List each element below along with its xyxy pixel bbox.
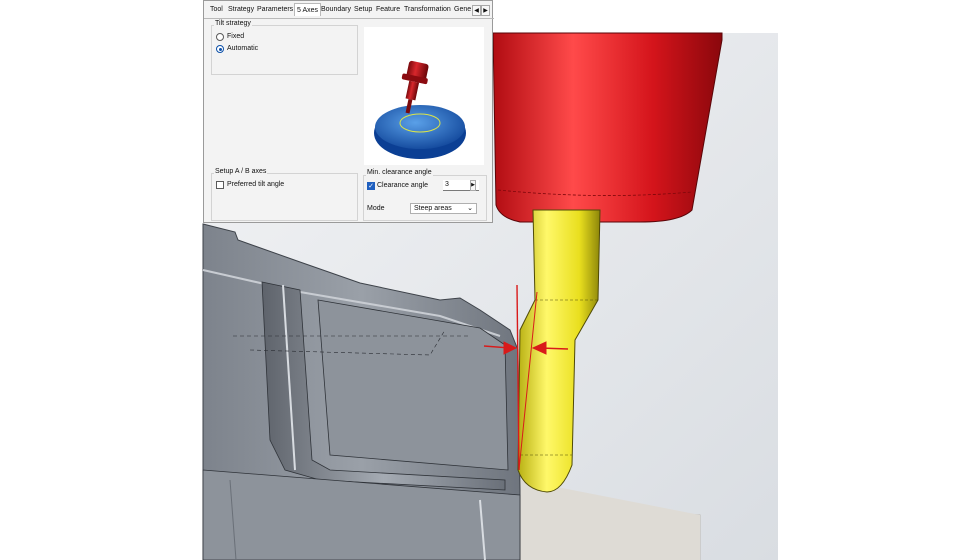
tab-transformation[interactable]: Transformation xyxy=(404,6,451,13)
chevron-down-icon: ⌄ xyxy=(467,205,473,212)
tilt-preview xyxy=(364,27,484,165)
clearance-angle-checkbox[interactable]: ✓ xyxy=(367,182,375,190)
tool-holder xyxy=(492,32,723,223)
min-clearance-title: Min. clearance angle xyxy=(366,169,433,176)
radio-fixed[interactable] xyxy=(216,33,224,41)
tab-setup[interactable]: Setup xyxy=(354,6,372,13)
mode-label: Mode xyxy=(367,205,385,212)
tab-scroll-right-icon[interactable]: ▶ xyxy=(481,5,490,16)
radio-fixed-label: Fixed xyxy=(227,33,245,40)
mode-select-value: Steep areas xyxy=(414,205,452,212)
spin-right-icon[interactable]: ▶ xyxy=(470,180,476,191)
tab-general[interactable]: Gene xyxy=(454,6,471,13)
mode-select[interactable]: Steep areas ⌄ xyxy=(410,203,477,214)
radio-automatic-label: Automatic xyxy=(227,45,259,52)
operation-dialog: Tool Strategy Parameters 5 Axes Boundary… xyxy=(203,0,494,223)
tab-boundary[interactable]: Boundary xyxy=(321,6,351,13)
setup-axes-title: Setup A / B axes xyxy=(214,168,268,175)
tab-bar: Tool Strategy Parameters 5 Axes Boundary… xyxy=(204,3,494,19)
clearance-angle-label: Clearance angle xyxy=(377,182,428,189)
tab-parameters[interactable]: Parameters xyxy=(257,6,293,13)
tab-strategy[interactable]: Strategy xyxy=(228,6,254,13)
tab-feature[interactable]: Feature xyxy=(376,6,400,13)
preferred-tilt-checkbox[interactable] xyxy=(216,181,224,189)
tilt-strategy-title: Tilt strategy xyxy=(214,20,252,27)
tilt-preview-image xyxy=(374,60,466,159)
radio-automatic[interactable] xyxy=(216,45,224,53)
tab-5-axes[interactable]: 5 Axes xyxy=(294,3,322,16)
tab-scroll-left-icon[interactable]: ◀ xyxy=(472,5,481,16)
preferred-tilt-label: Preferred tilt angle xyxy=(227,181,285,188)
tab-tool[interactable]: Tool xyxy=(210,6,223,13)
